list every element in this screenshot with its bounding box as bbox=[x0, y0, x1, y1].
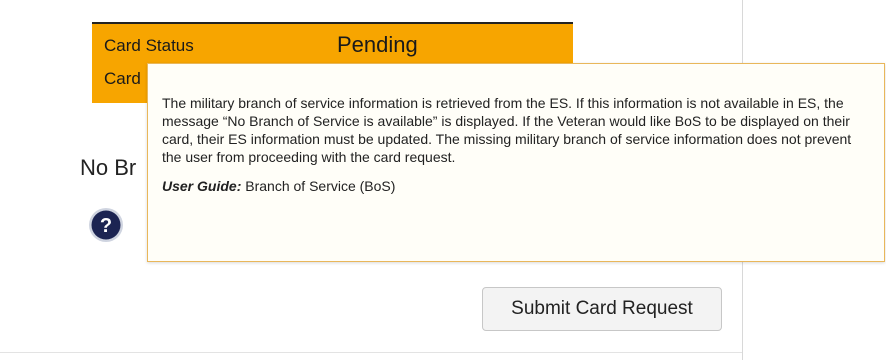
tooltip-body: The military branch of service informati… bbox=[162, 95, 852, 165]
svg-text:?: ? bbox=[100, 215, 112, 237]
user-guide-link[interactable]: Branch of Service (BoS) bbox=[245, 178, 395, 194]
help-tooltip: The military branch of service informati… bbox=[147, 63, 885, 262]
no-branch-text: No Br bbox=[80, 155, 137, 180]
question-circle-icon[interactable]: ? bbox=[88, 207, 124, 243]
tooltip-user-guide: User Guide: Branch of Service (BoS) bbox=[162, 178, 870, 194]
card-second-row-label: Card bbox=[104, 69, 141, 88]
card-status-value: Pending bbox=[337, 32, 418, 57]
bottom-divider bbox=[0, 352, 742, 353]
card-status-label: Card Status bbox=[104, 36, 194, 55]
user-guide-label: User Guide: bbox=[162, 178, 242, 194]
submit-card-request-button[interactable]: Submit Card Request bbox=[482, 287, 722, 331]
